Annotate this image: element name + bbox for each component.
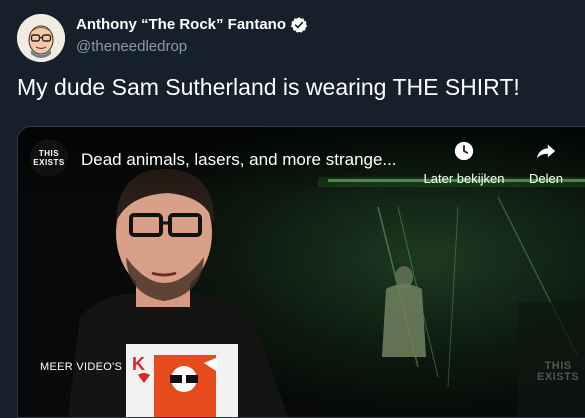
tweet-text: My dude Sam Sutherland is wearing THE SH…	[17, 74, 520, 100]
channel-watermark: THIS EXISTS	[537, 361, 579, 383]
author-name[interactable]: Anthony “The Rock” Fantano	[76, 15, 286, 35]
watch-later-label: Later bekijken	[423, 171, 505, 186]
share-label: Delen	[529, 171, 563, 186]
author-name-row: Anthony “The Rock” Fantano	[76, 15, 308, 35]
channel-logo-line1: THIS	[38, 149, 60, 158]
author-handle[interactable]: @theneedledrop	[76, 37, 308, 57]
avatar-illustration	[17, 14, 65, 62]
verified-badge-icon	[290, 16, 308, 34]
author-block: Anthony “The Rock” Fantano @theneedledro…	[76, 15, 308, 57]
video-title[interactable]: Dead animals, lasers, and more strange..…	[81, 150, 397, 170]
share-arrow-icon	[536, 144, 556, 159]
clock-icon	[454, 141, 474, 161]
watch-later-button[interactable]: Later bekijken	[414, 140, 514, 186]
channel-logo-line2: EXISTS	[33, 158, 65, 167]
more-videos-label[interactable]: MEER VIDEO'S	[40, 361, 122, 373]
share-button[interactable]: Delen	[516, 140, 576, 186]
svg-text:K: K	[132, 354, 145, 374]
watermark-line2: EXISTS	[537, 371, 580, 383]
channel-logo[interactable]: THIS EXISTS	[30, 139, 68, 177]
avatar[interactable]	[17, 14, 65, 62]
video-embed[interactable]: K THIS EXISTS Dead animals, lasers, and …	[17, 126, 585, 418]
